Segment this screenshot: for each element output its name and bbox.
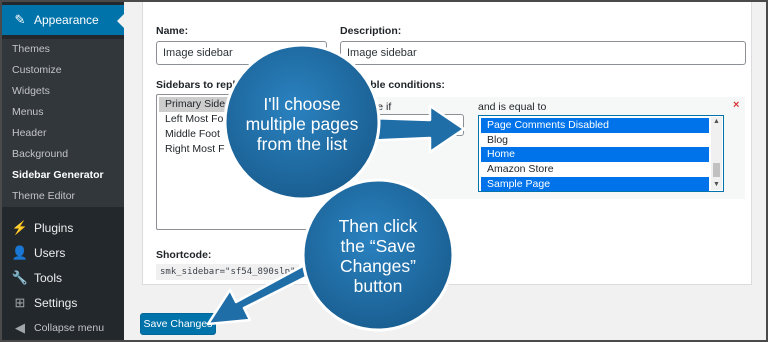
submenu-header[interactable]: Header [2,123,124,144]
condition-type-select[interactable] [358,114,464,136]
scroll-thumb[interactable] [713,163,720,177]
name-label: Name: [156,25,189,37]
submenu-customize[interactable]: Customize [2,60,124,81]
pages-multiselect[interactable]: Page Comments Disabled Blog Home Amazon … [478,115,724,192]
page-option[interactable]: Sample Page [481,176,709,192]
plug-icon: ⚡ [11,220,29,235]
callout-text-2: Then click the “Save Changes” button [308,216,448,296]
description-label: Description: [340,25,402,37]
menu-users-label: Users [34,246,66,260]
page-option[interactable]: Blog [481,133,709,148]
menu-tools-label: Tools [34,271,63,285]
callout-1-text: I'll choose multiple pages from the list [245,94,359,154]
sidebars-label: Sidebars to repl [156,79,236,91]
submenu-widgets[interactable]: Widgets [2,81,124,102]
remove-condition-icon[interactable]: × [733,99,739,111]
submenu-background[interactable]: Background [2,144,124,165]
users-icon: 👤 [11,245,29,260]
appearance-submenu: Themes Customize Widgets Menus Header Ba… [2,39,124,207]
admin-sidebar: ✎ Appearance Themes Customize Widgets Me… [2,2,124,340]
save-changes-button[interactable]: Save Changes [140,313,216,335]
callout-text-1: I'll choose multiple pages from the list [232,94,372,154]
submenu-menus[interactable]: Menus [2,102,124,123]
conditions-label: nable conditions: [358,79,445,91]
description-input[interactable] [340,41,746,65]
menu-appearance-label: Appearance [34,13,99,27]
name-input[interactable] [156,41,327,65]
scroll-down-icon[interactable]: ▼ [711,180,722,190]
scroll-up-icon[interactable]: ▲ [711,117,722,127]
pages-scrollbar[interactable]: ▲ ▼ [711,117,722,190]
submenu-themes[interactable]: Themes [2,39,124,60]
submenu-theme-editor[interactable]: Theme Editor [2,186,124,207]
screenshot-frame: ✎ Appearance Themes Customize Widgets Me… [0,0,768,342]
menu-plugins-label: Plugins [34,221,74,235]
paintbrush-icon: ✎ [14,12,26,27]
equal-to-label: and is equal to [478,101,547,113]
wrench-icon: 🔧 [11,270,29,285]
shortcode-value: smk_sidebar="sf54_890slp" [156,264,300,280]
page-option[interactable]: Amazon Store [481,162,709,177]
menu-appearance[interactable]: ✎ Appearance [2,5,124,35]
active-indicator [117,14,124,28]
shortcode-label: Shortcode: [156,249,212,261]
page-option[interactable]: Home [481,147,709,163]
collapse-icon: ◀ [15,320,25,335]
collapse-menu[interactable]: ◀ Collapse menu [2,313,124,340]
collapse-menu-label: Collapse menu [34,322,105,334]
callout-2-text: Then click the “Save Changes” button [338,216,418,296]
submenu-sidebar-generator[interactable]: Sidebar Generator [2,165,124,186]
settings-icon: ⊞ [14,295,26,310]
menu-settings-label: Settings [34,296,78,310]
page-option[interactable]: Page Comments Disabled [481,118,709,133]
